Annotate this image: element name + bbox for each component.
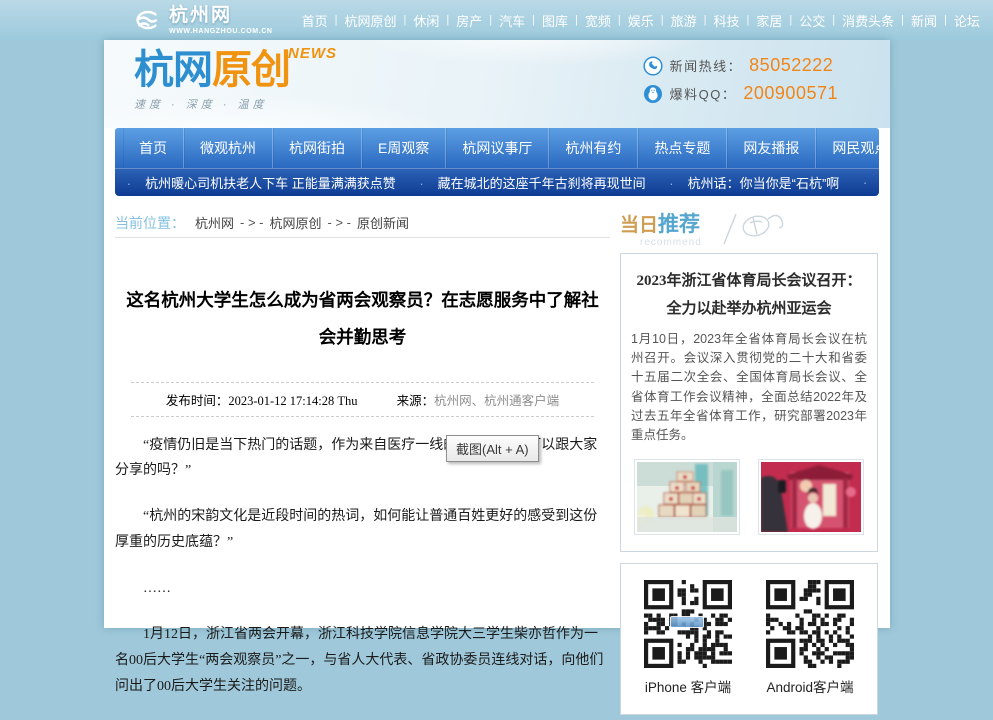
article-title: 这名杭州大学生怎么成为省两会观察员？在志愿服务中了解社会并勤思考 bbox=[121, 282, 604, 356]
article-column: 当前位置： 杭州网 - > - 杭网原创 - > - 原创新闻 这名杭州大学生怎么成为省… bbox=[115, 208, 610, 720]
top-nav-link[interactable]: 娱乐 bbox=[621, 11, 661, 30]
contact-info: 新闻热线： 85052222 爆料QQ： 200900571 bbox=[643, 55, 838, 111]
android-app-cell: Android客户端 bbox=[766, 580, 854, 696]
article-body: “疫情仍旧是当下热门的话题，作为来自医疗一线的您，有什么可以跟大家分享的吗？”“… bbox=[115, 433, 610, 700]
main-nav-item[interactable]: 热点专题 bbox=[638, 128, 727, 168]
ticker-headline[interactable]: 藏在城北的这座千年古刹将再现世间 bbox=[419, 173, 645, 192]
logo-news-label: NEWS bbox=[288, 46, 337, 61]
qr-center-logo bbox=[670, 616, 704, 628]
android-app-label: Android客户端 bbox=[766, 676, 854, 696]
ticker-headline[interactable]: 杭州暖心司机扶老人下车 正能量满满获点赞 bbox=[127, 173, 396, 192]
iphone-app-label: iPhone 客户端 bbox=[644, 676, 732, 696]
content-area: 当前位置： 杭州网 - > - 杭网原创 - > - 原创新闻 这名杭州大学生怎么成为省… bbox=[104, 196, 890, 720]
iphone-app-cell: iPhone 客户端 bbox=[644, 580, 732, 696]
hotline-row: 新闻热线： 85052222 bbox=[643, 55, 838, 76]
main-nav-item[interactable]: 微观杭州 bbox=[184, 128, 273, 168]
separator: - > - bbox=[240, 215, 263, 230]
thumbnail-expo-photo[interactable] bbox=[634, 459, 740, 535]
daily-recommend-header: 当日推荐 recommend bbox=[620, 208, 878, 253]
publish-time-value: 2023-01-12 17:14:28 Thu bbox=[228, 394, 357, 408]
logo-text-blue: 杭网 bbox=[134, 50, 212, 90]
site-banner: 杭网 原创 NEWS 速度 · 深度 · 温度 新闻热线： 85052222 bbox=[104, 40, 890, 128]
app-download-box: iPhone 客户端 Android客户端 bbox=[620, 563, 878, 715]
hangzhou-net-swirl-icon bbox=[128, 7, 162, 33]
article-paragraph: “杭州的宋韵文化是近段时间的热词，如何能让普通百姓更好的感受到这份厚重的历史底蕴… bbox=[115, 504, 610, 556]
recommend-box: 2023年浙江省体育局长会议召开：全力以赴举办杭州亚运会 1月10日，2023年… bbox=[620, 253, 878, 552]
breadcrumb-link[interactable]: 杭州网 bbox=[195, 213, 234, 232]
site-logo-url: WWW.HANGZHOU.COM.CN bbox=[169, 28, 273, 35]
hotline-label: 新闻热线： bbox=[670, 56, 743, 75]
breadcrumb: 当前位置： 杭州网 - > - 杭网原创 - > - 原创新闻 bbox=[115, 208, 610, 238]
qq-row: 爆料QQ： 200900571 bbox=[643, 83, 838, 104]
main-nav-item[interactable]: 杭州有约 bbox=[549, 128, 638, 168]
hangwang-original-logo[interactable]: 杭网 原创 NEWS 速度 · 深度 · 温度 bbox=[134, 50, 337, 112]
top-nav-link[interactable]: 房产 bbox=[449, 11, 489, 30]
main-nav-item[interactable]: 网友播报 bbox=[727, 128, 816, 168]
separator: - > - bbox=[328, 215, 351, 230]
top-nav-link[interactable]: 新闻 bbox=[904, 11, 944, 30]
recommend-header-part2: 推荐 bbox=[658, 213, 700, 236]
top-nav-link[interactable]: 休闲 bbox=[406, 11, 446, 30]
top-nav-link[interactable]: 旅游 bbox=[664, 11, 704, 30]
top-nav-link[interactable]: 家居 bbox=[749, 11, 789, 30]
publish-info-bar: 发布时间：2023-01-12 17:14:28 Thu 来源：杭州网、杭州通客… bbox=[131, 382, 594, 417]
recommend-header-part1: 当日 bbox=[620, 215, 658, 236]
top-nav-link[interactable]: 杭网原创 bbox=[337, 11, 403, 30]
main-nav-item[interactable]: 杭网议事厅 bbox=[446, 128, 549, 168]
qq-label: 爆料QQ： bbox=[670, 84, 737, 103]
recommend-thumbnails bbox=[631, 459, 867, 535]
breadcrumb-link[interactable]: 原创新闻 bbox=[357, 213, 409, 232]
hotline-number: 85052222 bbox=[749, 55, 833, 76]
logo-text-orange: 原创 bbox=[212, 50, 290, 90]
main-container: 杭网 原创 NEWS 速度 · 深度 · 温度 新闻热线： 85052222 bbox=[104, 40, 890, 628]
main-nav-item[interactable]: 首页 bbox=[123, 128, 184, 168]
iphone-qr-code bbox=[644, 580, 732, 668]
source-value: 杭州网、杭州通客户端 bbox=[434, 394, 559, 408]
headline-ticker: 杭州暖心司机扶老人下车 正能量满满获点赞 藏在城北的这座千年古刹将再现世间 杭州话：… bbox=[115, 168, 879, 196]
recommend-article-summary: 1月10日，2023年全省体育局长会议在杭州召开。会议深入贯彻党的二十大和省委十… bbox=[631, 330, 867, 446]
thumbnail-costume-photo[interactable] bbox=[758, 459, 864, 535]
top-nav-link[interactable]: 公交 bbox=[792, 11, 832, 30]
phone-icon bbox=[643, 56, 663, 76]
sidebar: 当日推荐 recommend 2023年浙江省体育局长会议召开：全力以赴举办杭州… bbox=[620, 208, 878, 720]
android-qr-code bbox=[766, 580, 854, 668]
recommend-article-title[interactable]: 2023年浙江省体育局长会议召开：全力以赴举办杭州亚运会 bbox=[635, 268, 863, 324]
article-paragraph: 1月12日，浙江省两会开幕，浙江科技学院信息学院大三学生柴亦哲作为一名00后大学… bbox=[115, 622, 610, 700]
top-nav-link[interactable]: 宽频 bbox=[578, 11, 618, 30]
qq-number: 200900571 bbox=[743, 83, 838, 104]
logo-slogan: 速度 · 深度 · 温度 bbox=[134, 96, 337, 112]
publish-time-label: 发布时间： bbox=[166, 394, 229, 408]
ticker-headline[interactable]: 杭州话：你当你是“石杭”啊 bbox=[669, 173, 839, 192]
top-nav-link[interactable]: 汽车 bbox=[492, 11, 532, 30]
qq-penguin-icon bbox=[643, 84, 663, 104]
mouse-icon bbox=[720, 210, 798, 246]
site-logo[interactable]: 杭州网 WWW.HANGZHOU.COM.CN bbox=[128, 6, 273, 35]
source-label: 来源： bbox=[397, 394, 435, 408]
main-nav-item[interactable]: E周观察 bbox=[362, 128, 446, 168]
screenshot-tooltip: 截图(Alt + A) bbox=[446, 435, 539, 462]
top-nav-link[interactable]: 科技 bbox=[706, 11, 746, 30]
top-nav-link[interactable]: 首页 bbox=[295, 11, 335, 30]
site-logo-title: 杭州网 bbox=[169, 6, 273, 25]
main-nav-item[interactable]: 杭网街拍 bbox=[273, 128, 362, 168]
top-nav-link[interactable]: 消费头条 bbox=[835, 11, 901, 30]
top-nav-link[interactable]: 论坛 bbox=[947, 11, 987, 30]
top-nav: 首页|杭网原创|休闲|房产|汽车|图库|宽频|娱乐|旅游|科技|家居|公交|消费… bbox=[295, 11, 987, 30]
main-nav: 首页微观杭州杭网街拍E周观察杭网议事厅杭州有约热点专题网友播报网民观点杭网动态杭… bbox=[115, 128, 879, 168]
breadcrumb-link[interactable]: 杭网原创 bbox=[270, 213, 322, 232]
top-bar: 杭州网 WWW.HANGZHOU.COM.CN 首页|杭网原创|休闲|房产|汽车… bbox=[0, 0, 993, 40]
main-nav-item[interactable]: 网民观点 bbox=[816, 128, 879, 168]
top-nav-link[interactable]: 图库 bbox=[535, 11, 575, 30]
article-paragraph: …… bbox=[115, 576, 610, 602]
breadcrumb-label: 当前位置： bbox=[115, 213, 185, 233]
